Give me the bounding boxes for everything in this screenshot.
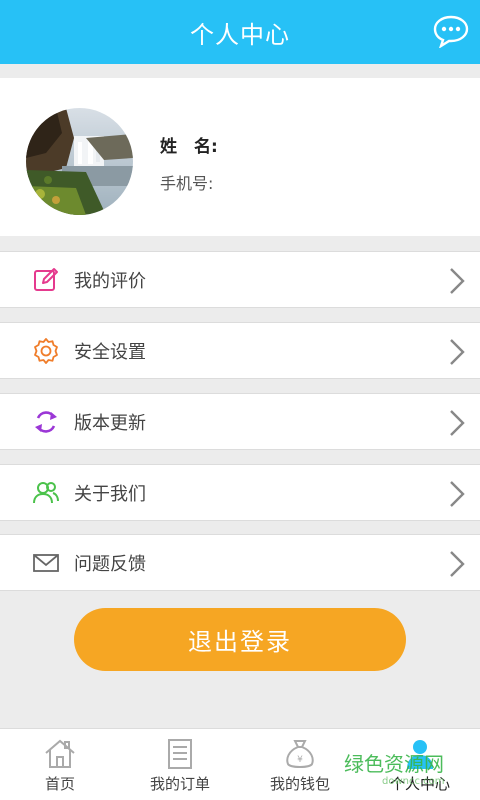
users-icon <box>33 482 59 504</box>
tab-label: 我的订单 <box>149 775 210 793</box>
gear-icon <box>34 338 58 364</box>
menu-item-feedback[interactable]: 问题反馈 <box>0 534 480 591</box>
logout-button[interactable]: 退出登录 <box>74 608 406 671</box>
avatar[interactable] <box>26 108 133 215</box>
name-label: 姓 名: <box>160 137 218 157</box>
tab-my-wallet[interactable]: ¥ 我的钱包 <box>240 729 360 800</box>
chevron-right-icon <box>450 551 465 577</box>
menu-label: 安全设置 <box>74 341 146 363</box>
order-icon <box>168 739 192 769</box>
refresh-icon <box>35 411 57 433</box>
page-title: 个人中心 <box>190 20 290 49</box>
chevron-right-icon <box>450 339 465 365</box>
chevron-right-icon <box>450 481 465 507</box>
watermark-text: 绿色资源网 <box>344 752 444 776</box>
wallet-icon: ¥ <box>286 740 314 768</box>
chevron-right-icon <box>450 268 465 294</box>
phone-label: 手机号: <box>160 174 214 193</box>
menu-item-my-reviews[interactable]: 我的评价 <box>0 251 480 308</box>
watermark-url: downcc.com <box>382 776 445 787</box>
tab-my-orders[interactable]: 我的订单 <box>120 729 240 800</box>
menu-label: 问题反馈 <box>74 553 146 575</box>
menu-label: 我的评价 <box>74 270 146 292</box>
svg-text:¥: ¥ <box>297 755 303 765</box>
menu-item-security-settings[interactable]: 安全设置 <box>0 322 480 379</box>
menu-item-about-us[interactable]: 关于我们 <box>0 464 480 521</box>
tab-label: 我的钱包 <box>269 775 330 793</box>
mail-icon <box>33 554 59 572</box>
header-bar: 个人中心 <box>0 0 480 64</box>
menu-label: 版本更新 <box>74 412 146 434</box>
tab-label: 首页 <box>44 775 75 793</box>
chat-bubble-icon[interactable] <box>432 14 470 48</box>
profile-card: 姓 名: 手机号: <box>0 78 480 236</box>
menu-label: 关于我们 <box>74 483 146 505</box>
chevron-right-icon <box>450 410 465 436</box>
tab-home[interactable]: 首页 <box>0 729 120 800</box>
menu-item-version-update[interactable]: 版本更新 <box>0 393 480 450</box>
edit-icon <box>34 268 58 291</box>
home-icon <box>45 739 75 768</box>
